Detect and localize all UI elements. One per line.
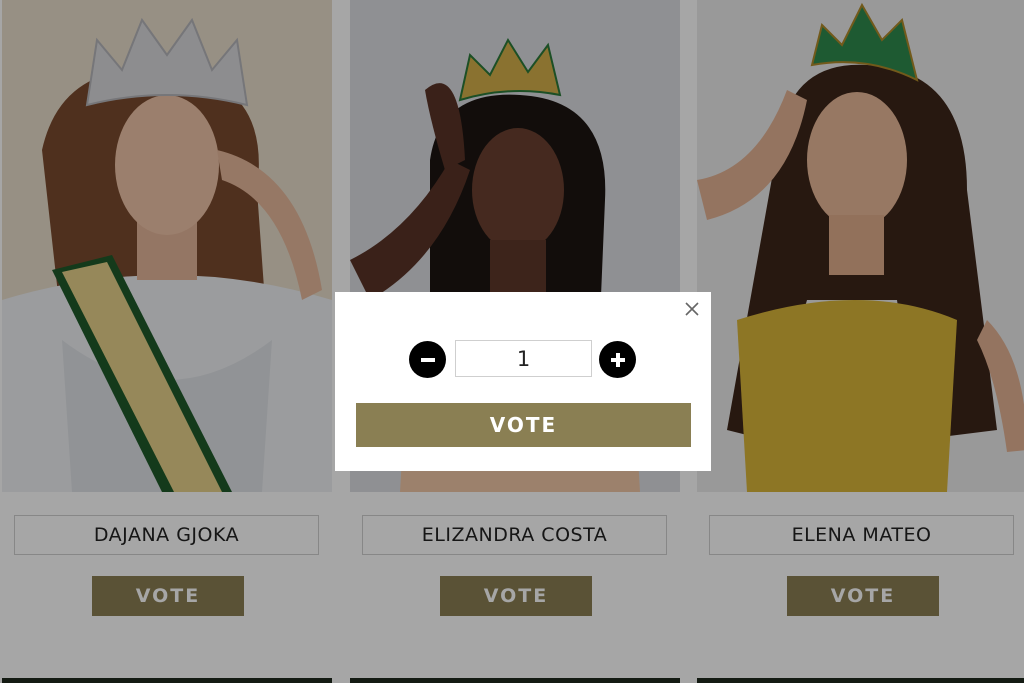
modal-vote-button[interactable]: VOTE (356, 403, 691, 447)
close-icon[interactable] (683, 300, 701, 318)
minus-circle-icon[interactable] (409, 341, 446, 378)
plus-circle-icon[interactable] (599, 341, 636, 378)
plus-glyph (610, 352, 625, 367)
quantity-stepper: 1 (409, 340, 637, 378)
close-icon-glyph (685, 302, 699, 316)
minus-glyph (420, 357, 435, 362)
vote-modal: 1 VOTE (335, 292, 711, 471)
quantity-input[interactable]: 1 (455, 340, 592, 377)
